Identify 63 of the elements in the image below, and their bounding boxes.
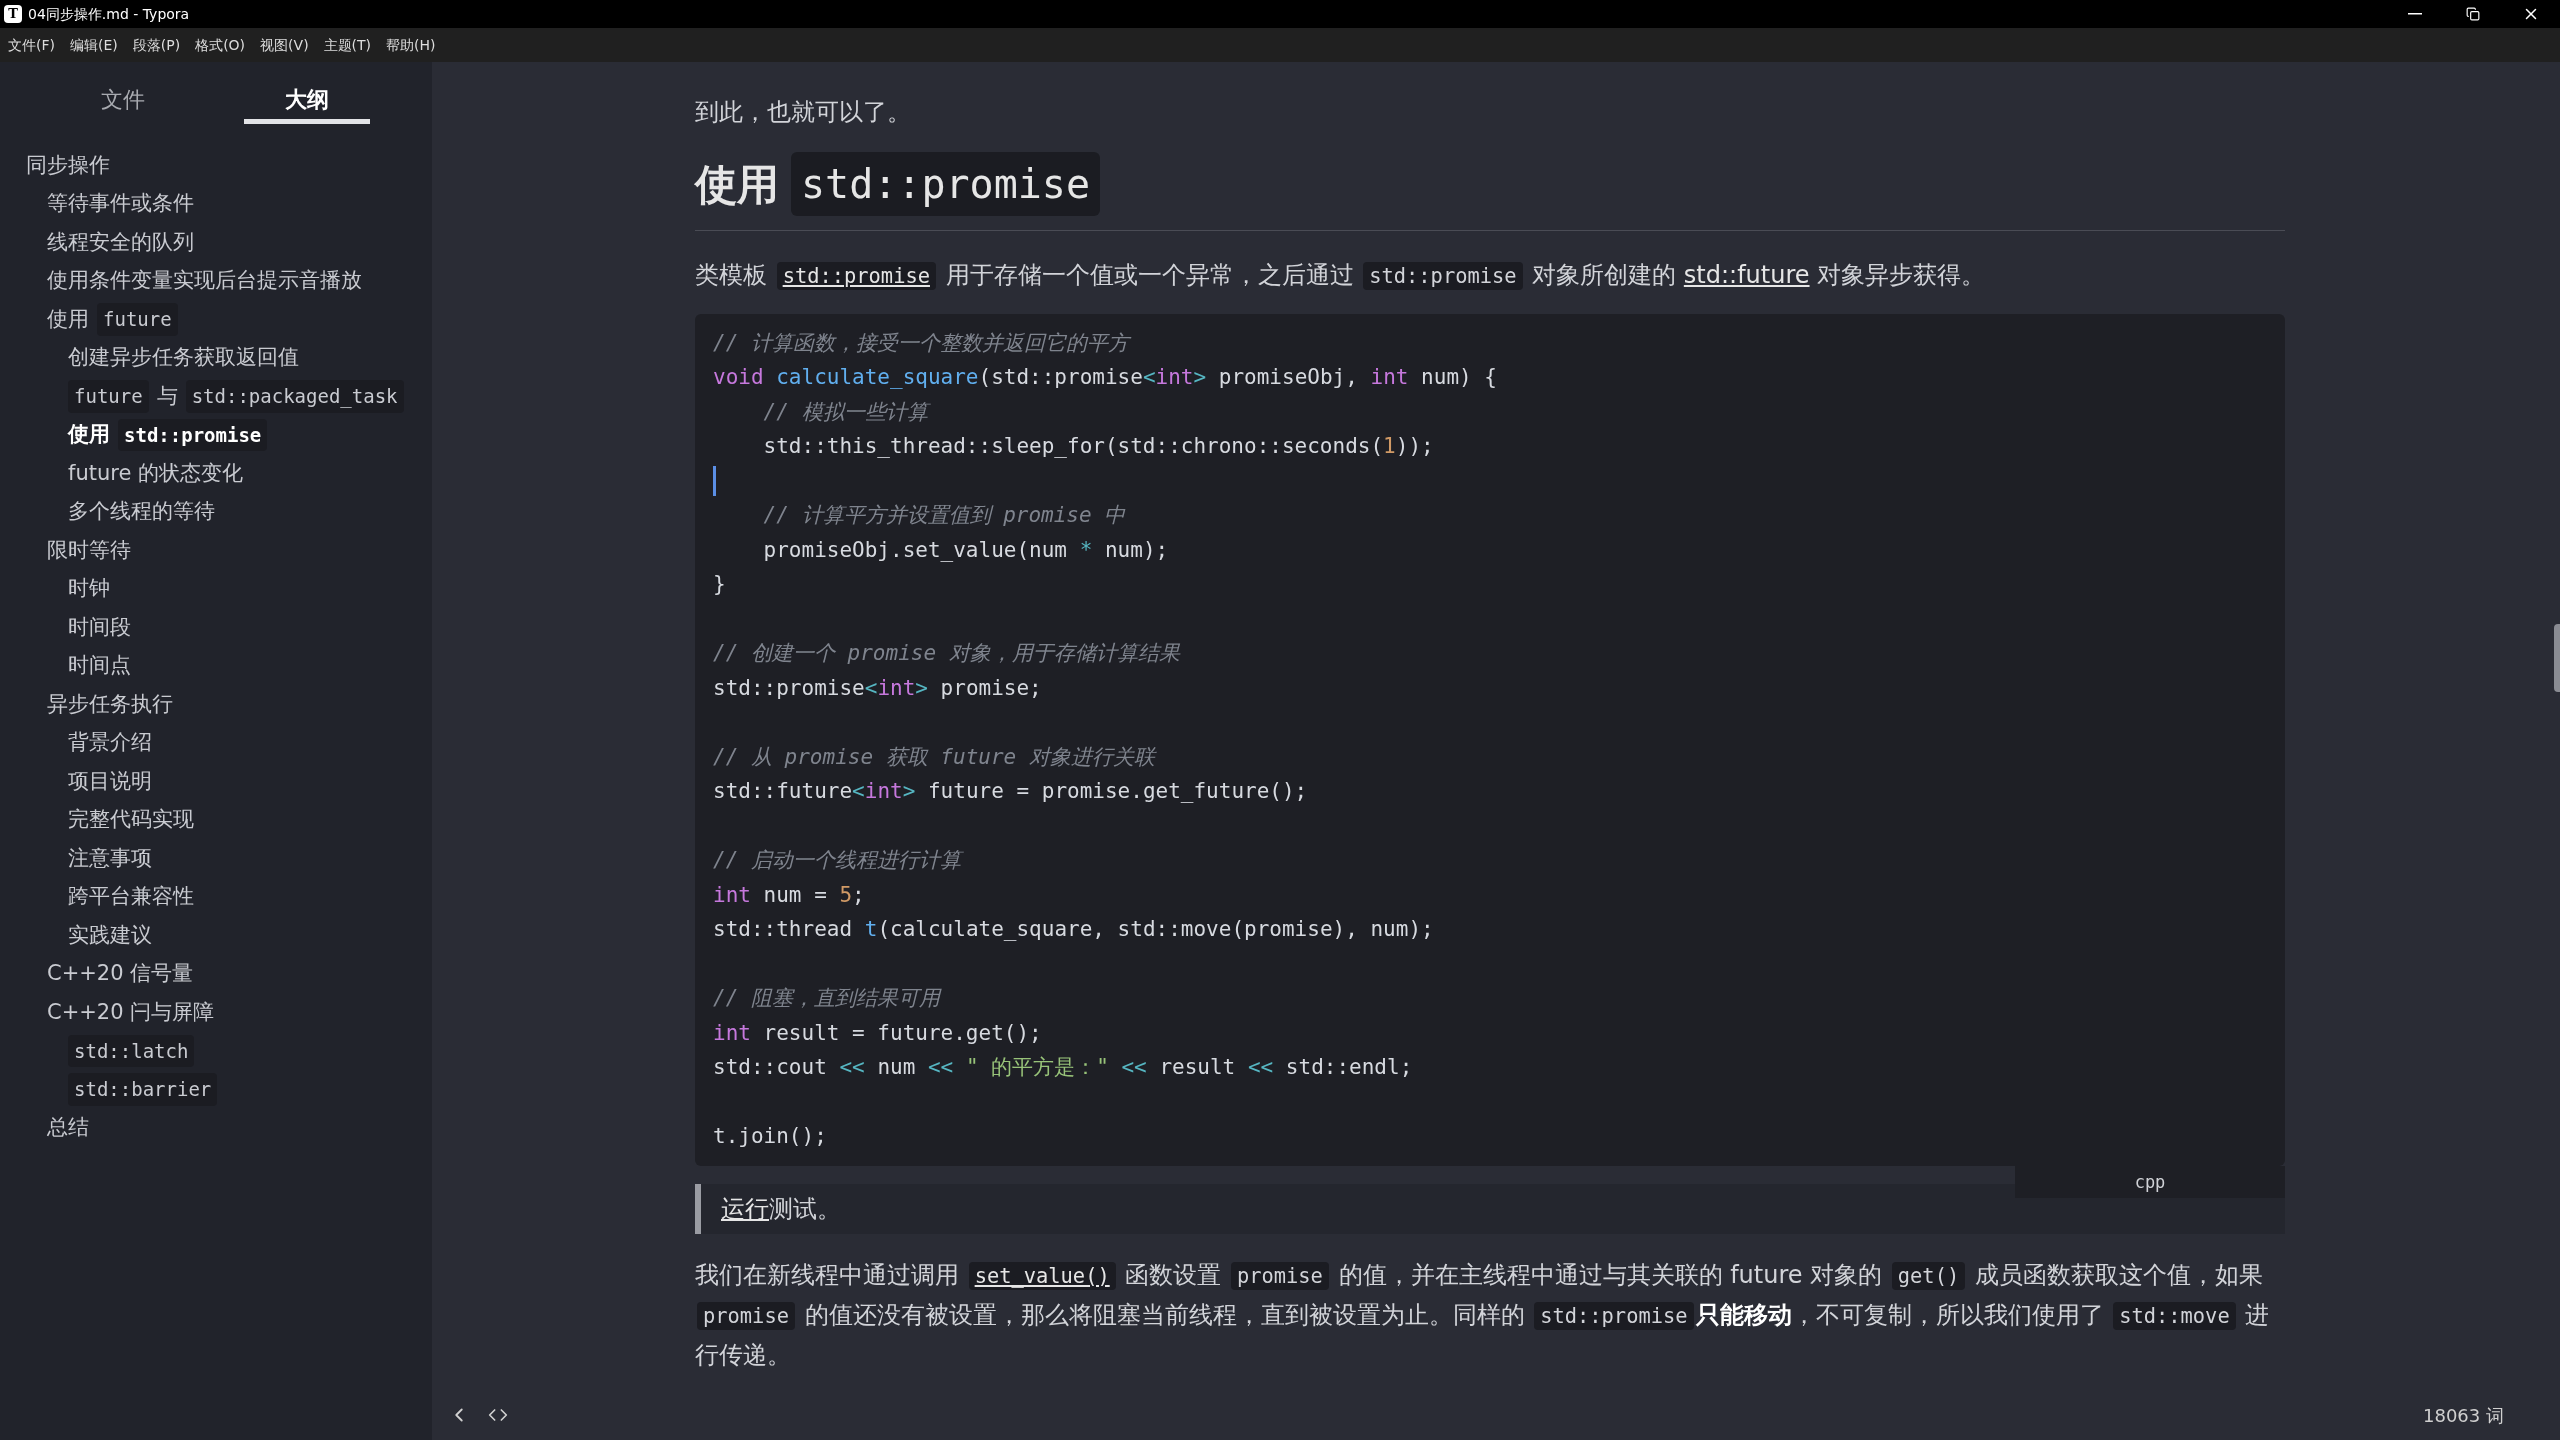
outline-item[interactable]: 总结 (47, 1112, 89, 1144)
inline-link[interactable]: std::future (1683, 261, 1810, 289)
outline-item[interactable]: std::latch (68, 1034, 195, 1067)
outline-item[interactable]: 限时等待 (47, 534, 131, 566)
paragraph: 运行测试。 (721, 1194, 841, 1225)
inline-link[interactable]: set_value() (968, 1262, 1116, 1290)
menu-item[interactable]: 帮助(H) (386, 34, 436, 56)
menu-item[interactable]: 段落(P) (132, 34, 181, 56)
outline-item[interactable]: C++20 闩与屏障 (47, 996, 215, 1028)
outline-item[interactable]: 使用条件变量实现后台提示音播放 (47, 265, 362, 297)
menu-item[interactable]: 编辑(E) (70, 34, 118, 56)
outline-item[interactable]: 完整代码实现 (68, 804, 194, 836)
outline-item[interactable]: 多个线程的等待 (68, 496, 215, 528)
outline-item[interactable]: 线程安全的队列 (47, 226, 194, 258)
code-line: std::promise<int> promise; (713, 674, 1042, 702)
paragraph: 到此，也就可以了。 (695, 97, 912, 128)
paragraph: 我们在新线程中通过调用 set_value() 函数设置 promise 的值，并在主线程中通过与其关联的 future 对象的 get() 成员函数获取这个值，如果 promise 的值还没有被设置，那么将阻塞当前线程，直到被设置为止。同样的 std::promise 只能移动，不可复制，所以我们使用了 std::move 进行传递。 (695, 1260, 2271, 1371)
outline-item[interactable]: 异步任务执行 (47, 688, 173, 720)
code-line: // 计算平方并设置值到 promise 中 (762, 502, 1126, 529)
code-line: // 阻塞，直到结果可用 (713, 985, 940, 1012)
outline-item[interactable]: 时间段 (68, 611, 131, 643)
outline-item[interactable]: std::barrier (68, 1073, 218, 1106)
outline-item[interactable]: 注意事项 (68, 842, 152, 874)
outline-item[interactable]: 等待事件或条件 (47, 188, 194, 220)
menu-item[interactable]: 主题(T) (323, 34, 372, 56)
code-line: // 创建一个 promise 对象，用于存储计算结果 (713, 640, 1180, 667)
outline-item[interactable]: 实践建议 (68, 919, 152, 951)
code-line: std::thread t(calculate_square, std::move(promise), num); (713, 916, 1434, 943)
restore-icon (2466, 7, 2480, 21)
minimize-icon (2408, 13, 2422, 15)
sidebar-tab[interactable]: 文件 (60, 80, 186, 124)
outline-item[interactable]: 项目说明 (68, 765, 152, 797)
code-line: std::this_thread::sleep_for(std::chrono::seconds(1)); (762, 433, 1434, 460)
code-line: std::future<int> future = promise.get_future(); (713, 778, 1308, 805)
window-title: 04同步操作.md - Typora (28, 4, 190, 24)
outline-item[interactable]: 跨平台兼容性 (68, 881, 194, 913)
word-count[interactable]: 18063 词 (2423, 1401, 2544, 1429)
code-line: int result = future.get(); (713, 1019, 1042, 1047)
outline-item[interactable]: future 的状态变化 (68, 457, 243, 489)
sidebar-tab[interactable]: 大纲 (244, 80, 370, 124)
outline-item[interactable]: C++20 信号量 (47, 958, 194, 990)
menu-item[interactable]: 文件(F) (8, 34, 55, 56)
outline-item[interactable]: 背景介绍 (68, 727, 152, 759)
language-tag[interactable]: cpp (2015, 1166, 2285, 1198)
code-line: t.join(); (713, 1123, 827, 1150)
outline-item[interactable]: 时钟 (68, 573, 110, 605)
code-line: int num = 5; (713, 881, 865, 909)
outline-item[interactable]: 时间点 (68, 650, 131, 682)
menu-item[interactable]: 格式(O) (195, 34, 246, 56)
code-line: } (713, 571, 726, 598)
code-line: promiseObj.set_value(num * num); (762, 536, 1169, 564)
inline-link[interactable]: std::promise (776, 262, 936, 290)
code-line: // 从 promise 获取 future 对象进行关联 (713, 743, 1155, 771)
section-heading: 使用 std::promise (695, 152, 2285, 231)
outline-item[interactable]: 创建异步任务获取返回值 (68, 342, 299, 374)
outline-item[interactable]: 同步操作 (26, 149, 110, 181)
paragraph: 类模板 std::promise 用于存储一个值或一个异常，之后通过 std::promise 对象所创建的 std::future 对象异步获得。 (695, 260, 1987, 292)
menu-item[interactable]: 视图(V) (260, 34, 309, 56)
app-icon: T (4, 5, 22, 23)
code-line: std::cout << num << " 的平方是：" << result << std::endl; (713, 1054, 1413, 1081)
inline-link[interactable]: 运行 (721, 1195, 769, 1223)
scrollbar-thumb (2554, 624, 2560, 692)
code-line: void calculate_square(std::promise<int> promiseObj, int num) { (713, 364, 1497, 391)
